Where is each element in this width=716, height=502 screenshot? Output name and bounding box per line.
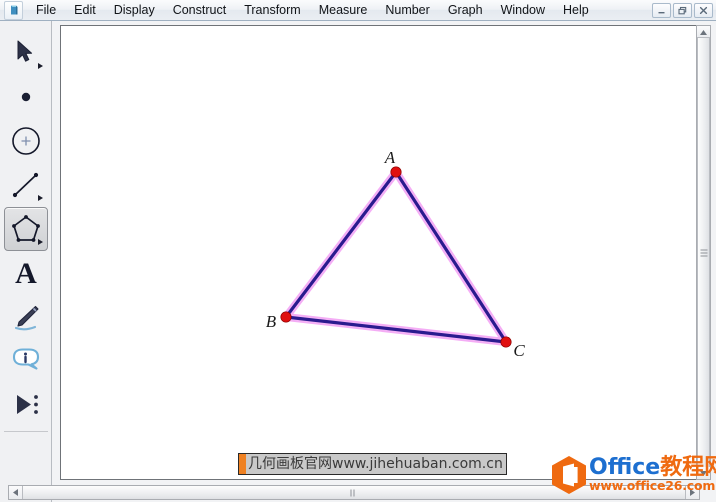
straightedge-tool[interactable] — [4, 163, 48, 207]
tool-palette: A — [0, 21, 52, 502]
point-dot-icon — [21, 92, 30, 102]
window-controls — [652, 3, 713, 18]
office-logo-brand: Office教程网 — [589, 456, 716, 479]
menu-transform[interactable]: Transform — [235, 0, 310, 20]
office26-logo-watermark: Office教程网 www.office26.com — [551, 455, 716, 497]
vertex-label-a: A — [384, 148, 396, 167]
menu-graph[interactable]: Graph — [439, 0, 492, 20]
edge-bc — [284, 315, 508, 344]
vertex-c — [500, 336, 512, 348]
menu-measure[interactable]: Measure — [310, 0, 377, 20]
pencil-marker-icon — [14, 305, 39, 331]
sketchpad-app-icon[interactable] — [4, 0, 23, 20]
vertex-b — [280, 311, 292, 323]
polygon-tool[interactable] — [3, 207, 48, 251]
point-tool[interactable] — [4, 75, 48, 119]
restore-button[interactable] — [673, 3, 692, 18]
arrow-select-tool[interactable] — [4, 31, 48, 75]
watermark-text: 几何画板官网www.jihehuaban.com.cn — [248, 456, 503, 472]
edge-ab — [284, 170, 398, 319]
custom-tools[interactable] — [4, 383, 48, 427]
menu-construct[interactable]: Construct — [164, 0, 236, 20]
jihehuaban-watermark: 几何画板官网www.jihehuaban.com.cn — [238, 453, 507, 475]
watermark-orange-bar — [239, 454, 246, 474]
menu-edit[interactable]: Edit — [65, 0, 105, 20]
menu-items: File Edit Display Construct Transform Me… — [27, 0, 598, 20]
minimize-button[interactable] — [652, 3, 671, 18]
information-tool[interactable] — [4, 339, 48, 383]
selection-highlight-inner — [283, 169, 509, 345]
menu-window[interactable]: Window — [492, 0, 554, 20]
straightedge-tool-expander-icon[interactable] — [37, 195, 43, 201]
svg-text:A: A — [15, 257, 37, 290]
vertex-a — [390, 166, 402, 178]
arrow-tool-expander-icon[interactable] — [37, 63, 43, 69]
vertical-scrollbar[interactable] — [696, 25, 711, 480]
arrow-cursor-icon — [17, 40, 32, 62]
menu-help[interactable]: Help — [554, 0, 598, 20]
office-logo-url: www.office26.com — [589, 478, 716, 493]
vertical-scroll-thumb[interactable] — [697, 37, 710, 468]
text-a-icon: A — [15, 257, 37, 290]
close-button[interactable] — [694, 3, 713, 18]
circle-compass-icon — [11, 127, 40, 155]
menu-number[interactable]: Number — [376, 0, 438, 20]
scroll-left-button[interactable] — [9, 486, 22, 499]
toolbar-divider — [3, 431, 48, 432]
horizontal-scroll-grip-icon — [350, 489, 358, 496]
sketch-canvas[interactable]: A B C — [60, 25, 698, 480]
menu-display[interactable]: Display — [105, 0, 164, 20]
marker-pen-tool[interactable] — [4, 295, 48, 339]
polygon-tool-expander-icon[interactable] — [37, 239, 43, 245]
compass-circle-tool[interactable] — [4, 119, 48, 163]
work-area: A B C — [52, 21, 716, 502]
office-logo-brand-cn: 教程网 — [660, 455, 716, 480]
selection-highlight — [282, 168, 510, 346]
vertex-label-c: C — [513, 341, 525, 360]
vertex-label-b: B — [266, 312, 277, 331]
office-logo-text: Office教程网 www.office26.com — [589, 455, 716, 493]
office-hexagon-icon — [551, 455, 587, 495]
edge-ac — [394, 170, 508, 344]
text-tool[interactable]: A — [4, 251, 48, 295]
office-logo-brand-en: Office — [589, 455, 661, 480]
play-triangle-icon — [16, 395, 38, 414]
info-bubble-icon — [12, 348, 39, 370]
menu-file[interactable]: File — [27, 0, 65, 20]
sketch-geometry: A B C — [266, 148, 526, 360]
triangle-edges — [284, 170, 508, 344]
vertical-scroll-grip-icon — [700, 249, 707, 256]
geometers-sketchpad-window: File Edit Display Construct Transform Me… — [0, 0, 716, 502]
menu-bar: File Edit Display Construct Transform Me… — [0, 0, 716, 21]
